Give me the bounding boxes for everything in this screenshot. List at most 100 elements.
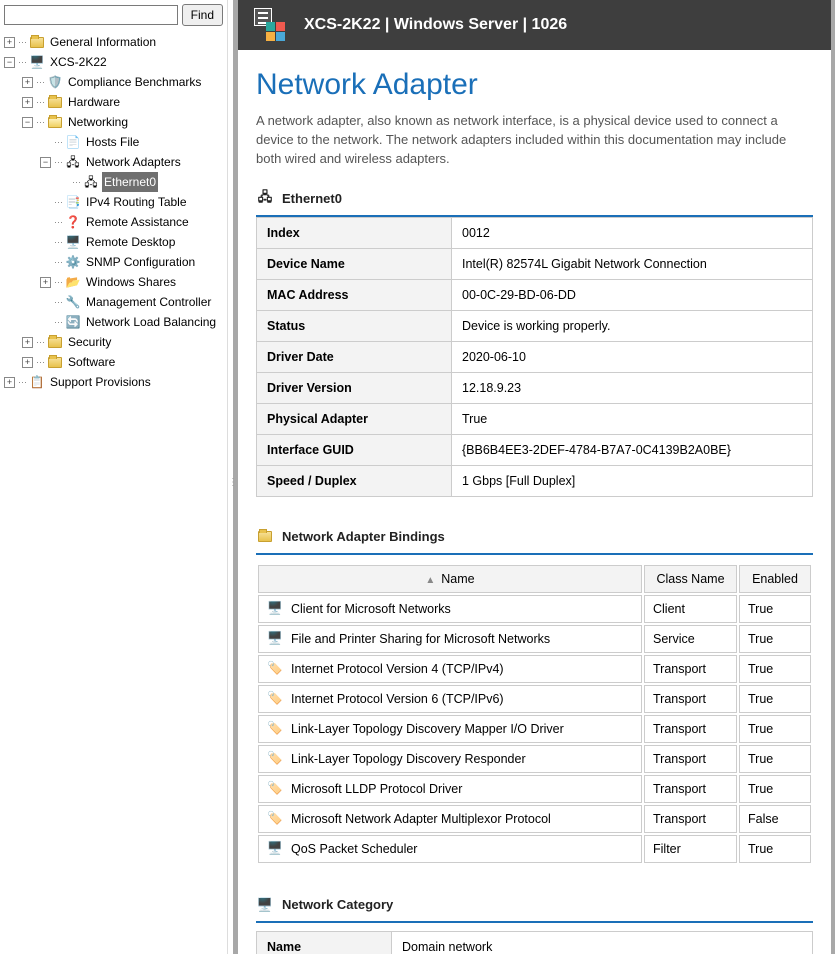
- binding-row: 🖥️File and Printer Sharing for Microsoft…: [258, 625, 811, 653]
- binding-name: QoS Packet Scheduler: [291, 842, 417, 856]
- binding-class: Transport: [644, 775, 737, 803]
- tree-item-hosts-file[interactable]: ⋯📄Hosts File: [40, 132, 227, 152]
- property-key: Driver Version: [257, 372, 452, 403]
- binding-enabled: True: [739, 625, 811, 653]
- binding-row: 🏷️Microsoft Network Adapter Multiplexor …: [258, 805, 811, 833]
- property-key: MAC Address: [257, 279, 452, 310]
- binding-enabled: True: [739, 775, 811, 803]
- app-logo-icon: [254, 8, 288, 42]
- expand-icon[interactable]: +: [22, 357, 33, 368]
- expand-icon[interactable]: +: [22, 337, 33, 348]
- col-name[interactable]: ▲Name: [258, 565, 642, 593]
- col-class[interactable]: Class Name: [644, 565, 737, 593]
- property-row: Index0012: [257, 217, 813, 248]
- property-row: Physical AdapterTrue: [257, 403, 813, 434]
- splitter[interactable]: [227, 0, 234, 954]
- property-row: MAC Address00-0C-29-BD-06-DD: [257, 279, 813, 310]
- protocol-icon: 🏷️: [267, 661, 283, 677]
- tree-item-management-controller[interactable]: ⋯🔧Management Controller: [40, 292, 227, 312]
- binding-name: Internet Protocol Version 4 (TCP/IPv4): [291, 662, 504, 676]
- property-key: Interface GUID: [257, 434, 452, 465]
- binding-class: Client: [644, 595, 737, 623]
- tree-item-software[interactable]: +⋯Software: [22, 352, 227, 372]
- network-category-table: NameDomain network: [256, 931, 813, 954]
- tree-item-ethernet0[interactable]: ⋯🖧Ethernet0: [58, 172, 227, 192]
- tree-item-remote-desktop[interactable]: ⋯🖥️Remote Desktop: [40, 232, 227, 252]
- tree-item-network-adapters[interactable]: −⋯🖧Network Adapters: [40, 152, 227, 172]
- tree-item-general-information[interactable]: +⋯ General Information: [4, 32, 227, 52]
- property-row: StatusDevice is working properly.: [257, 310, 813, 341]
- binding-enabled: False: [739, 805, 811, 833]
- binding-name: File and Printer Sharing for Microsoft N…: [291, 632, 550, 646]
- nav-tree: +⋯ General Information −⋯ 🖥️ XCS-2K22 +⋯…: [0, 30, 227, 392]
- col-enabled[interactable]: Enabled: [739, 565, 811, 593]
- binding-name: Microsoft LLDP Protocol Driver: [291, 782, 462, 796]
- content-scroll[interactable]: XCS-2K22 | Windows Server | 1026 Network…: [234, 0, 831, 954]
- section-network-category: 🖥️ Network Category: [256, 893, 813, 923]
- search-input[interactable]: [4, 5, 178, 25]
- tree-item-snmp[interactable]: ⋯⚙️SNMP Configuration: [40, 252, 227, 272]
- expand-icon[interactable]: +: [40, 277, 51, 288]
- page-title: Network Adapter: [256, 68, 813, 102]
- tree-item-hardware[interactable]: +⋯Hardware: [22, 92, 227, 112]
- protocol-icon: 🏷️: [267, 751, 283, 767]
- collapse-icon[interactable]: −: [4, 57, 15, 68]
- expand-icon[interactable]: +: [22, 77, 33, 88]
- tree-item-routing-table[interactable]: ⋯📑IPv4 Routing Table: [40, 192, 227, 212]
- protocol-icon: 🏷️: [267, 721, 283, 737]
- folder-icon: [256, 529, 274, 545]
- property-value: Device is working properly.: [452, 310, 813, 341]
- routing-icon: 📑: [65, 194, 81, 210]
- tree-item-host[interactable]: −⋯ 🖥️ XCS-2K22: [4, 52, 227, 72]
- share-icon: 📂: [65, 274, 81, 290]
- document-icon: 📋: [29, 374, 45, 390]
- property-key: Index: [257, 217, 452, 248]
- folder-icon: [47, 354, 63, 370]
- expand-icon[interactable]: +: [4, 37, 15, 48]
- adapter-properties-table: Index0012Device NameIntel(R) 82574L Giga…: [256, 217, 813, 497]
- folder-icon: [29, 34, 45, 50]
- collapse-icon[interactable]: −: [22, 117, 33, 128]
- expand-icon[interactable]: +: [4, 377, 15, 388]
- controller-icon: 🔧: [65, 294, 81, 310]
- binding-enabled: True: [739, 835, 811, 863]
- property-value: Intel(R) 82574L Gigabit Network Connecti…: [452, 248, 813, 279]
- protocol-icon: 🏷️: [267, 691, 283, 707]
- network-adapter-icon: 🖧: [65, 154, 81, 170]
- property-row: Speed / Duplex1 Gbps [Full Duplex]: [257, 465, 813, 496]
- server-icon: 🖥️: [29, 54, 45, 70]
- property-value: 0012: [452, 217, 813, 248]
- tree-item-compliance[interactable]: +⋯🛡️Compliance Benchmarks: [22, 72, 227, 92]
- property-key: Device Name: [257, 248, 452, 279]
- expand-icon[interactable]: +: [22, 97, 33, 108]
- remote-desktop-icon: 🖥️: [65, 234, 81, 250]
- binding-enabled: True: [739, 745, 811, 773]
- page-intro: A network adapter, also known as network…: [256, 112, 813, 169]
- tree-item-security[interactable]: +⋯Security: [22, 332, 227, 352]
- binding-class: Transport: [644, 685, 737, 713]
- shield-check-icon: 🛡️: [47, 74, 63, 90]
- property-value: 1 Gbps [Full Duplex]: [452, 465, 813, 496]
- load-balancing-icon: 🔄: [65, 314, 81, 330]
- binding-row: 🖥️QoS Packet SchedulerFilterTrue: [258, 835, 811, 863]
- monitor-icon: 🖥️: [267, 601, 283, 617]
- find-button[interactable]: Find: [182, 4, 223, 26]
- sort-asc-icon: ▲: [425, 575, 435, 586]
- folder-open-icon: [47, 114, 63, 130]
- tree-item-remote-assistance[interactable]: ⋯❓Remote Assistance: [40, 212, 227, 232]
- tree-item-support-provisions[interactable]: +⋯📋Support Provisions: [4, 372, 227, 392]
- tree-item-nlb[interactable]: ⋯🔄Network Load Balancing: [40, 312, 227, 332]
- protocol-icon: 🏷️: [267, 781, 283, 797]
- binding-name: Link-Layer Topology Discovery Mapper I/O…: [291, 722, 564, 736]
- tree-panel: Find +⋯ General Information −⋯ 🖥️ XCS-2K…: [0, 0, 227, 954]
- monitor-icon: 🖥️: [267, 841, 283, 857]
- folder-icon: [47, 334, 63, 350]
- binding-enabled: True: [739, 685, 811, 713]
- tree-item-networking[interactable]: −⋯Networking: [22, 112, 227, 132]
- collapse-icon[interactable]: −: [40, 157, 51, 168]
- binding-enabled: True: [739, 715, 811, 743]
- section-adapter: 🖧 Ethernet0: [256, 187, 813, 217]
- tree-item-windows-shares[interactable]: +⋯📂Windows Shares: [40, 272, 227, 292]
- binding-class: Transport: [644, 715, 737, 743]
- nic-icon: 🖧: [83, 174, 99, 190]
